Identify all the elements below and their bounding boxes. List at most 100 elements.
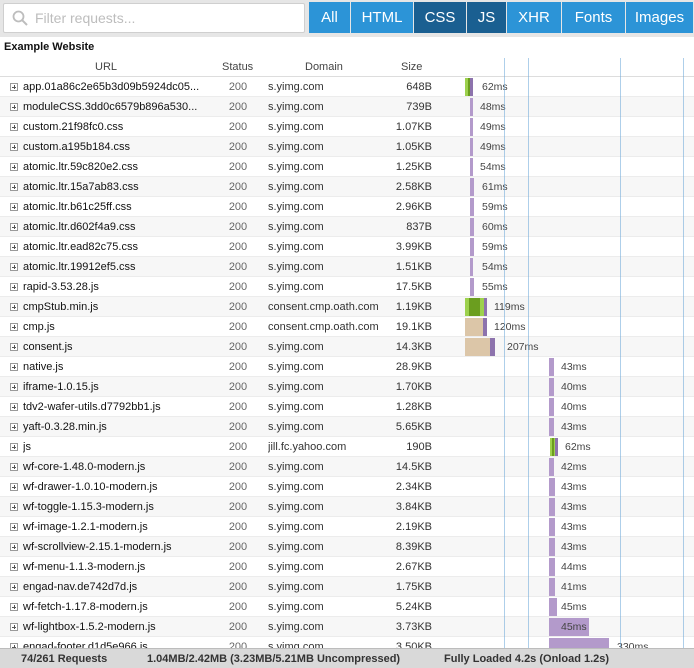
filter-css-button[interactable]: CSS xyxy=(414,2,467,33)
table-row[interactable]: cmpStub.min.js 200 consent.cmp.oath.com 1.1… xyxy=(0,297,694,317)
table-row[interactable]: custom.a195b184.css 200 s.yimg.com 1.05KB 49… xyxy=(0,137,694,157)
expand-icon[interactable] xyxy=(10,303,18,311)
table-row[interactable]: js 200 jill.fc.yahoo.com 190B 62ms xyxy=(0,437,694,457)
waterfall-bar[interactable]: 45ms xyxy=(465,597,694,617)
table-row[interactable]: wf-toggle-1.15.3-modern.js 200 s.yimg.com 3… xyxy=(0,497,694,517)
waterfall-bar[interactable]: 43ms xyxy=(465,477,694,497)
expand-icon[interactable] xyxy=(10,623,18,631)
expand-icon[interactable] xyxy=(10,383,18,391)
expand-icon[interactable] xyxy=(10,363,18,371)
table-row[interactable]: iframe-1.0.15.js 200 s.yimg.com 1.70KB 40ms xyxy=(0,377,694,397)
expand-icon[interactable] xyxy=(10,143,18,151)
expand-icon[interactable] xyxy=(10,283,18,291)
filter-xhr-button[interactable]: XHR xyxy=(507,2,562,33)
table-row[interactable]: engad-nav.de742d7d.js 200 s.yimg.com 1.75KB… xyxy=(0,577,694,597)
expand-icon[interactable] xyxy=(10,463,18,471)
filter-fonts-button[interactable]: Fonts xyxy=(562,2,626,33)
waterfall-bar[interactable]: 207ms xyxy=(465,337,694,357)
waterfall-bar[interactable]: 49ms xyxy=(465,137,694,157)
table-row[interactable]: wf-lightbox-1.5.2-modern.js 200 s.yimg.com… xyxy=(0,617,694,637)
expand-icon[interactable] xyxy=(10,123,18,131)
filter-js-button[interactable]: JS xyxy=(467,2,507,33)
waterfall-bar[interactable]: 61ms xyxy=(465,177,694,197)
column-url[interactable]: URL xyxy=(95,61,117,73)
waterfall-bar[interactable]: 60ms xyxy=(465,217,694,237)
table-row[interactable]: atomic.ltr.d602f4a9.css 200 s.yimg.com 837B… xyxy=(0,217,694,237)
table-row[interactable]: wf-core-1.48.0-modern.js 200 s.yimg.com 14.… xyxy=(0,457,694,477)
expand-icon[interactable] xyxy=(10,503,18,511)
expand-icon[interactable] xyxy=(10,563,18,571)
table-row[interactable]: consent.js 200 s.yimg.com 14.3KB 207ms xyxy=(0,337,694,357)
filter-all-button[interactable]: All xyxy=(309,2,351,33)
waterfall-bar[interactable]: 43ms xyxy=(465,497,694,517)
table-row[interactable]: tdv2-wafer-utils.d7792bb1.js 200 s.yimg.co… xyxy=(0,397,694,417)
waterfall-bar[interactable]: 119ms xyxy=(465,297,694,317)
waterfall-bar[interactable]: 40ms xyxy=(465,397,694,417)
waterfall-bar[interactable]: 43ms xyxy=(465,417,694,437)
waterfall-bar[interactable]: 45ms xyxy=(465,617,694,637)
waterfall-bar[interactable]: 330ms xyxy=(465,637,694,648)
expand-icon[interactable] xyxy=(10,263,18,271)
table-row[interactable]: yaft-0.3.28.min.js 200 s.yimg.com 5.65KB 43m… xyxy=(0,417,694,437)
table-row[interactable]: atomic.ltr.15a7ab83.css 200 s.yimg.com 2.58… xyxy=(0,177,694,197)
waterfall-bar[interactable]: 59ms xyxy=(465,237,694,257)
table-row[interactable]: cmp.js 200 consent.cmp.oath.com 19.1KB 120ms xyxy=(0,317,694,337)
table-row[interactable]: atomic.ltr.19912ef5.css 200 s.yimg.com 1.51… xyxy=(0,257,694,277)
expand-icon[interactable] xyxy=(10,483,18,491)
expand-icon[interactable] xyxy=(10,583,18,591)
table-row[interactable]: wf-fetch-1.17.8-modern.js 200 s.yimg.com 5.… xyxy=(0,597,694,617)
expand-icon[interactable] xyxy=(10,103,18,111)
expand-icon[interactable] xyxy=(10,243,18,251)
expand-icon[interactable] xyxy=(10,163,18,171)
table-row[interactable]: atomic.ltr.b61c25ff.css 200 s.yimg.com 2.96… xyxy=(0,197,694,217)
footer-transferred: 1.04MB/2.42MB (3.23MB/5.21MB Uncompresse… xyxy=(147,653,401,665)
table-row[interactable]: custom.21f98fc0.css 200 s.yimg.com 1.07KB 49… xyxy=(0,117,694,137)
waterfall-bar[interactable]: 49ms xyxy=(465,117,694,137)
expand-icon[interactable] xyxy=(10,83,18,91)
expand-icon[interactable] xyxy=(10,403,18,411)
expand-icon[interactable] xyxy=(10,343,18,351)
waterfall-bar[interactable]: 62ms xyxy=(465,77,694,97)
table-row[interactable]: moduleCSS.3dd0c6579b896a530... 200 s.yimg.… xyxy=(0,97,694,117)
waterfall-bar[interactable]: 44ms xyxy=(465,557,694,577)
expand-icon[interactable] xyxy=(10,443,18,451)
waterfall-bar[interactable]: 62ms xyxy=(465,437,694,457)
table-row[interactable]: wf-menu-1.1.3-modern.js 200 s.yimg.com 2.67… xyxy=(0,557,694,577)
waterfall-bar[interactable]: 42ms xyxy=(465,457,694,477)
expand-icon[interactable] xyxy=(10,223,18,231)
table-row[interactable]: atomic.ltr.ead82c75.css 200 s.yimg.com 3.99… xyxy=(0,237,694,257)
waterfall-bar[interactable]: 54ms xyxy=(465,257,694,277)
table-row[interactable]: wf-drawer-1.0.10-modern.js 200 s.yimg.com 2… xyxy=(0,477,694,497)
filter-images-button[interactable]: Images xyxy=(626,2,694,33)
column-size[interactable]: Size xyxy=(401,61,422,73)
waterfall-bar[interactable]: 54ms xyxy=(465,157,694,177)
table-row[interactable]: rapid-3.53.28.js 200 s.yimg.com 17.5KB 55ms xyxy=(0,277,694,297)
column-domain[interactable]: Domain xyxy=(305,61,343,73)
column-status[interactable]: Status xyxy=(222,61,253,73)
waterfall-bar[interactable]: 48ms xyxy=(465,97,694,117)
waterfall-bar[interactable]: 43ms xyxy=(465,537,694,557)
waterfall-bar[interactable]: 43ms xyxy=(465,517,694,537)
table-row[interactable]: atomic.ltr.59c820e2.css 200 s.yimg.com 1.25… xyxy=(0,157,694,177)
waterfall-bar[interactable]: 59ms xyxy=(465,197,694,217)
search-box[interactable] xyxy=(3,3,305,33)
waterfall-bar[interactable]: 40ms xyxy=(465,377,694,397)
waterfall-bar[interactable]: 41ms xyxy=(465,577,694,597)
expand-icon[interactable] xyxy=(10,323,18,331)
expand-icon[interactable] xyxy=(10,543,18,551)
expand-icon[interactable] xyxy=(10,423,18,431)
expand-icon[interactable] xyxy=(10,183,18,191)
table-row[interactable]: engad-footer.d1d5e966.js 200 s.yimg.com 3.5… xyxy=(0,637,694,648)
waterfall-bar[interactable]: 55ms xyxy=(465,277,694,297)
expand-icon[interactable] xyxy=(10,603,18,611)
table-row[interactable]: wf-scrollview-2.15.1-modern.js 200 s.yimg.… xyxy=(0,537,694,557)
waterfall-bar[interactable]: 120ms xyxy=(465,317,694,337)
search-input[interactable] xyxy=(35,7,297,29)
expand-icon[interactable] xyxy=(10,523,18,531)
table-row[interactable]: native.js 200 s.yimg.com 28.9KB 43ms xyxy=(0,357,694,377)
filter-html-button[interactable]: HTML xyxy=(351,2,414,33)
waterfall-bar[interactable]: 43ms xyxy=(465,357,694,377)
table-row[interactable]: wf-image-1.2.1-modern.js 200 s.yimg.com 2.1… xyxy=(0,517,694,537)
expand-icon[interactable] xyxy=(10,203,18,211)
table-row[interactable]: app.01a86c2e65b3d09b5924dc05... 200 s.yimg… xyxy=(0,77,694,97)
